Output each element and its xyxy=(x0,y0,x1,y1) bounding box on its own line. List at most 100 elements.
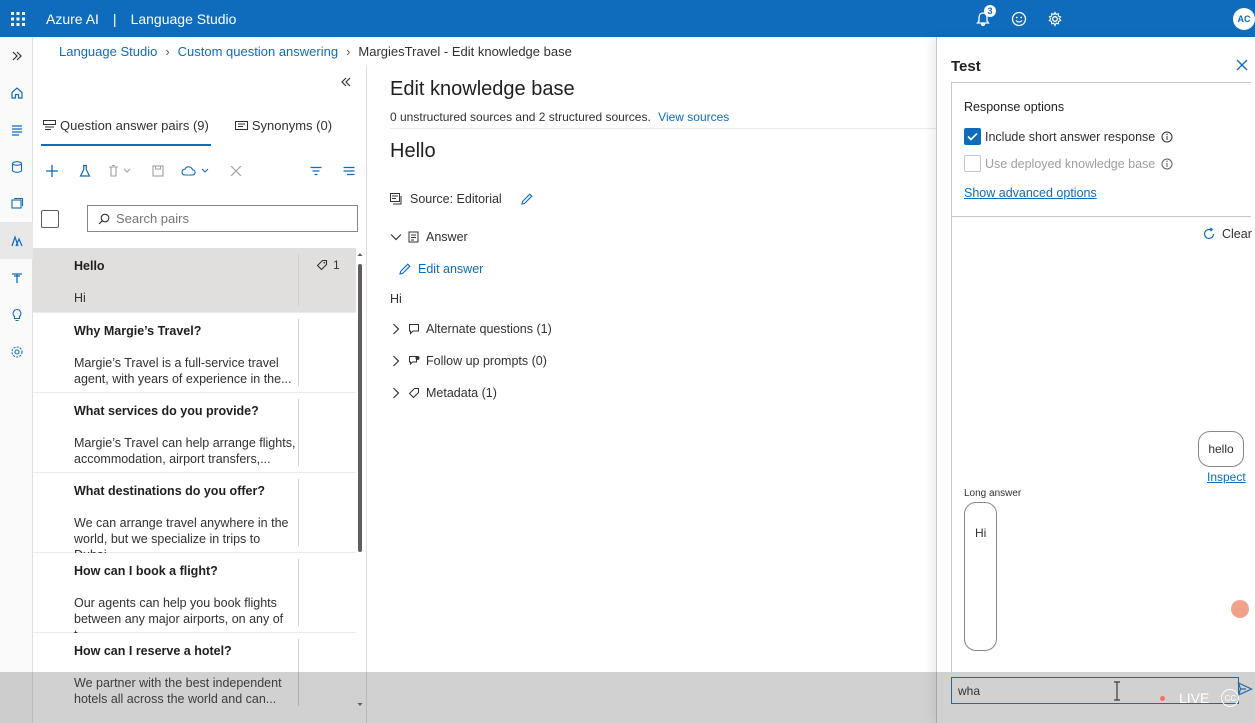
view-sources-link[interactable]: View sources xyxy=(658,110,729,124)
tab-label: Synonyms (0) xyxy=(251,117,333,133)
nav-knowledge-base[interactable] xyxy=(0,222,33,259)
list-item[interactable]: What destinations do you offer? We can a… xyxy=(33,473,356,562)
product-name[interactable]: Language Studio xyxy=(131,11,237,27)
breadcrumb: Language Studio › Custom question answer… xyxy=(59,44,572,59)
pair-question: How can I reserve a hotel? xyxy=(74,644,232,658)
chevron-right-icon xyxy=(393,387,400,399)
discard-button[interactable] xyxy=(225,160,247,182)
scrollbar-thumb[interactable] xyxy=(358,264,362,552)
nav-deploy[interactable] xyxy=(0,259,33,296)
left-nav-rail xyxy=(0,37,33,723)
info-icon[interactable] xyxy=(1161,131,1173,143)
list-item[interactable]: How can I book a flight? Our agents can … xyxy=(33,553,356,642)
use-deployed-kb-option[interactable]: Use deployed knowledge base xyxy=(964,155,1173,172)
clear-chat-button[interactable]: Clear xyxy=(1202,227,1252,241)
answer-icon xyxy=(408,231,419,243)
prompt-icon xyxy=(409,356,420,366)
list-item[interactable]: How can I reserve a hotel? We partner wi… xyxy=(33,633,356,710)
metadata-label: Metadata (1) xyxy=(426,386,497,400)
notifications-button[interactable]: 3 xyxy=(965,0,1001,37)
breadcrumb-language-studio[interactable]: Language Studio xyxy=(59,44,157,59)
refresh-icon xyxy=(1203,227,1215,240)
pair-question: Hello xyxy=(74,259,105,273)
nav-text[interactable] xyxy=(0,111,33,148)
nav-home[interactable] xyxy=(0,74,33,111)
feedback-button[interactable] xyxy=(1001,0,1037,37)
plus-icon xyxy=(46,165,58,177)
list-item[interactable]: Why Margie’s Travel? Margie’s Travel is … xyxy=(33,313,356,393)
breadcrumb-custom-qa[interactable]: Custom question answering xyxy=(178,44,338,59)
expand-nav-button[interactable] xyxy=(0,37,33,74)
delete-button[interactable] xyxy=(104,160,136,182)
chevron-down-icon xyxy=(390,234,402,241)
pair-question: Why Margie’s Travel? xyxy=(74,324,202,338)
collapse-panel-button[interactable] xyxy=(340,76,356,92)
select-all-checkbox[interactable] xyxy=(41,210,59,228)
brand-name[interactable]: Azure AI xyxy=(46,11,99,27)
pair-answer: We partner with the best independent hot… xyxy=(74,676,282,706)
editor-panel: Edit knowledge base 0 unstructured sourc… xyxy=(368,66,936,723)
add-pair-button[interactable] xyxy=(41,160,63,182)
edit-answer-button[interactable]: Edit answer xyxy=(398,262,483,276)
chevron-right-icon xyxy=(393,355,400,367)
qa-pairs-icon xyxy=(43,119,56,130)
alternate-questions-label: Alternate questions (1) xyxy=(426,322,552,336)
inspect-link[interactable]: Inspect xyxy=(1207,470,1246,484)
test-panel-title: Test xyxy=(951,58,981,75)
nav-database[interactable] xyxy=(0,148,33,185)
speech-bubble-icon xyxy=(409,324,419,335)
sort-button[interactable] xyxy=(338,160,360,182)
qa-list-panel: Question answer pairs (9) Synonyms (0) S… xyxy=(33,66,367,723)
row-divider xyxy=(298,319,299,386)
close-test-button[interactable] xyxy=(1235,58,1249,72)
bot-answer-text: Hi xyxy=(975,526,987,540)
follow-up-prompts-toggle[interactable]: Follow up prompts (0) xyxy=(390,354,547,368)
app-launcher-icon[interactable] xyxy=(0,0,36,37)
answer-section-toggle[interactable]: Answer xyxy=(390,230,468,244)
include-short-answer-option[interactable]: Include short answer response xyxy=(964,128,1173,145)
user-avatar[interactable]: AC xyxy=(1233,7,1255,30)
metadata-toggle[interactable]: Metadata (1) xyxy=(390,386,497,400)
pair-question: How can I book a flight? xyxy=(74,564,218,578)
chevron-right-icon xyxy=(393,323,400,335)
synonyms-icon xyxy=(234,120,248,130)
send-button[interactable] xyxy=(1237,681,1253,697)
closed-captions-button[interactable]: CC xyxy=(1221,689,1240,707)
include-short-answer-checkbox[interactable] xyxy=(964,128,981,145)
live-dot xyxy=(1160,695,1165,701)
test-panel: Test Response options Include short answ… xyxy=(936,37,1255,723)
source-line: Source: Editorial xyxy=(390,192,540,206)
database-icon xyxy=(11,160,22,173)
close-icon xyxy=(1236,59,1248,71)
pencil-icon[interactable] xyxy=(520,192,534,206)
use-deployed-kb-checkbox[interactable] xyxy=(964,155,981,172)
list-toolbar xyxy=(41,160,361,182)
search-box[interactable] xyxy=(87,205,358,232)
info-icon[interactable] xyxy=(1161,158,1173,170)
nav-documents[interactable] xyxy=(0,185,33,222)
cloud-import-button[interactable] xyxy=(179,160,213,182)
test-flask-button[interactable] xyxy=(74,160,96,182)
save-button[interactable] xyxy=(147,160,169,182)
show-advanced-options-link[interactable]: Show advanced options xyxy=(964,186,1097,200)
nav-settings[interactable] xyxy=(0,333,33,370)
page-title: Edit knowledge base xyxy=(390,78,575,100)
search-input[interactable] xyxy=(116,211,336,226)
list-item[interactable]: Hello Hi 1 xyxy=(33,248,356,313)
tag-count: 1 xyxy=(316,258,340,272)
tab-synonyms[interactable]: Synonyms (0) xyxy=(233,112,334,138)
pivot-tabs: Question answer pairs (9) Synonyms (0) xyxy=(41,112,356,146)
close-icon xyxy=(230,165,242,177)
qa-title: Hello xyxy=(390,140,436,162)
list-item[interactable]: What services do you provide? Margie’s T… xyxy=(33,393,356,473)
filter-button[interactable] xyxy=(305,160,327,182)
alternate-questions-toggle[interactable]: Alternate questions (1) xyxy=(390,322,552,336)
tab-question-answer-pairs[interactable]: Question answer pairs (9) xyxy=(41,112,211,146)
bot-answer-bubble: Hi xyxy=(964,502,997,651)
answer-label: Answer xyxy=(426,230,468,244)
settings-button[interactable] xyxy=(1037,0,1073,37)
flask-icon xyxy=(79,164,91,177)
list-scrollbar[interactable] xyxy=(357,252,363,707)
top-bar: Azure AI | Language Studio 3 AC xyxy=(0,0,1255,37)
nav-insights[interactable] xyxy=(0,296,33,333)
